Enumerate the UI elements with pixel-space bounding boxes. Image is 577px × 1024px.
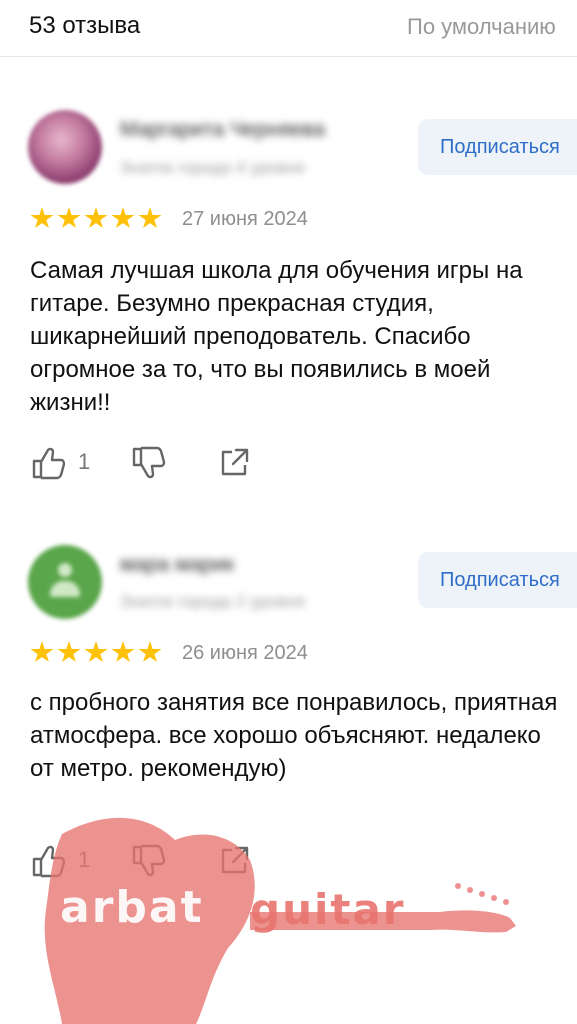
like-count: 1 [78,847,91,872]
thumbs-down-icon [132,446,166,479]
thumbs-up-icon [32,447,66,480]
like-button[interactable] [30,445,66,486]
star-icon [84,641,108,662]
like-count: 1 [78,449,91,474]
avatar[interactable] [28,110,102,184]
star-icon [111,207,135,228]
star-icon [111,641,135,662]
star-icon [30,207,54,228]
star-icon [57,641,81,662]
reviewer-name[interactable]: Маргарита Черняева [120,118,325,142]
user-silhouette-icon [58,563,72,577]
rating-stars [30,641,162,665]
review-text: Самая лучшая школа для обучения игры на … [30,257,523,416]
dislike-button[interactable] [130,445,166,486]
share-button[interactable] [216,843,252,884]
star-icon [30,641,54,662]
star-icon [138,207,162,228]
share-icon [221,448,249,476]
reviews-count: 53 отзыва [29,12,141,39]
reviewer-level: Знаток города 2 уровня [120,592,305,611]
review-date: 27 июня 2024 [182,208,308,230]
review-date: 26 июня 2024 [182,642,308,664]
reviewer-name[interactable]: мара марик [120,553,234,577]
avatar[interactable] [28,545,102,619]
svg-text:arbat: arbat [60,882,204,933]
subscribe-button[interactable]: Подписаться [418,119,577,175]
dislike-button[interactable] [130,843,166,884]
thumbs-up-icon [32,845,66,878]
arbat-guitar-watermark-logo: arbat guitar [44,817,516,1024]
share-button[interactable] [216,445,252,486]
star-icon [138,641,162,662]
like-button[interactable] [30,843,66,884]
thumbs-down-icon [132,844,166,877]
share-icon [221,846,249,874]
subscribe-button[interactable]: Подписаться [418,552,577,608]
reviewer-level: Знаток города 4 уровня [120,158,305,177]
star-icon [57,207,81,228]
star-icon [84,207,108,228]
review-text: с пробного занятия все понравилось, прия… [30,689,558,782]
reviews-header: 53 отзыва По умолчанию [0,0,577,57]
sort-dropdown[interactable]: По умолчанию [407,14,577,40]
svg-text:guitar: guitar [250,885,406,934]
rating-stars [30,207,162,231]
